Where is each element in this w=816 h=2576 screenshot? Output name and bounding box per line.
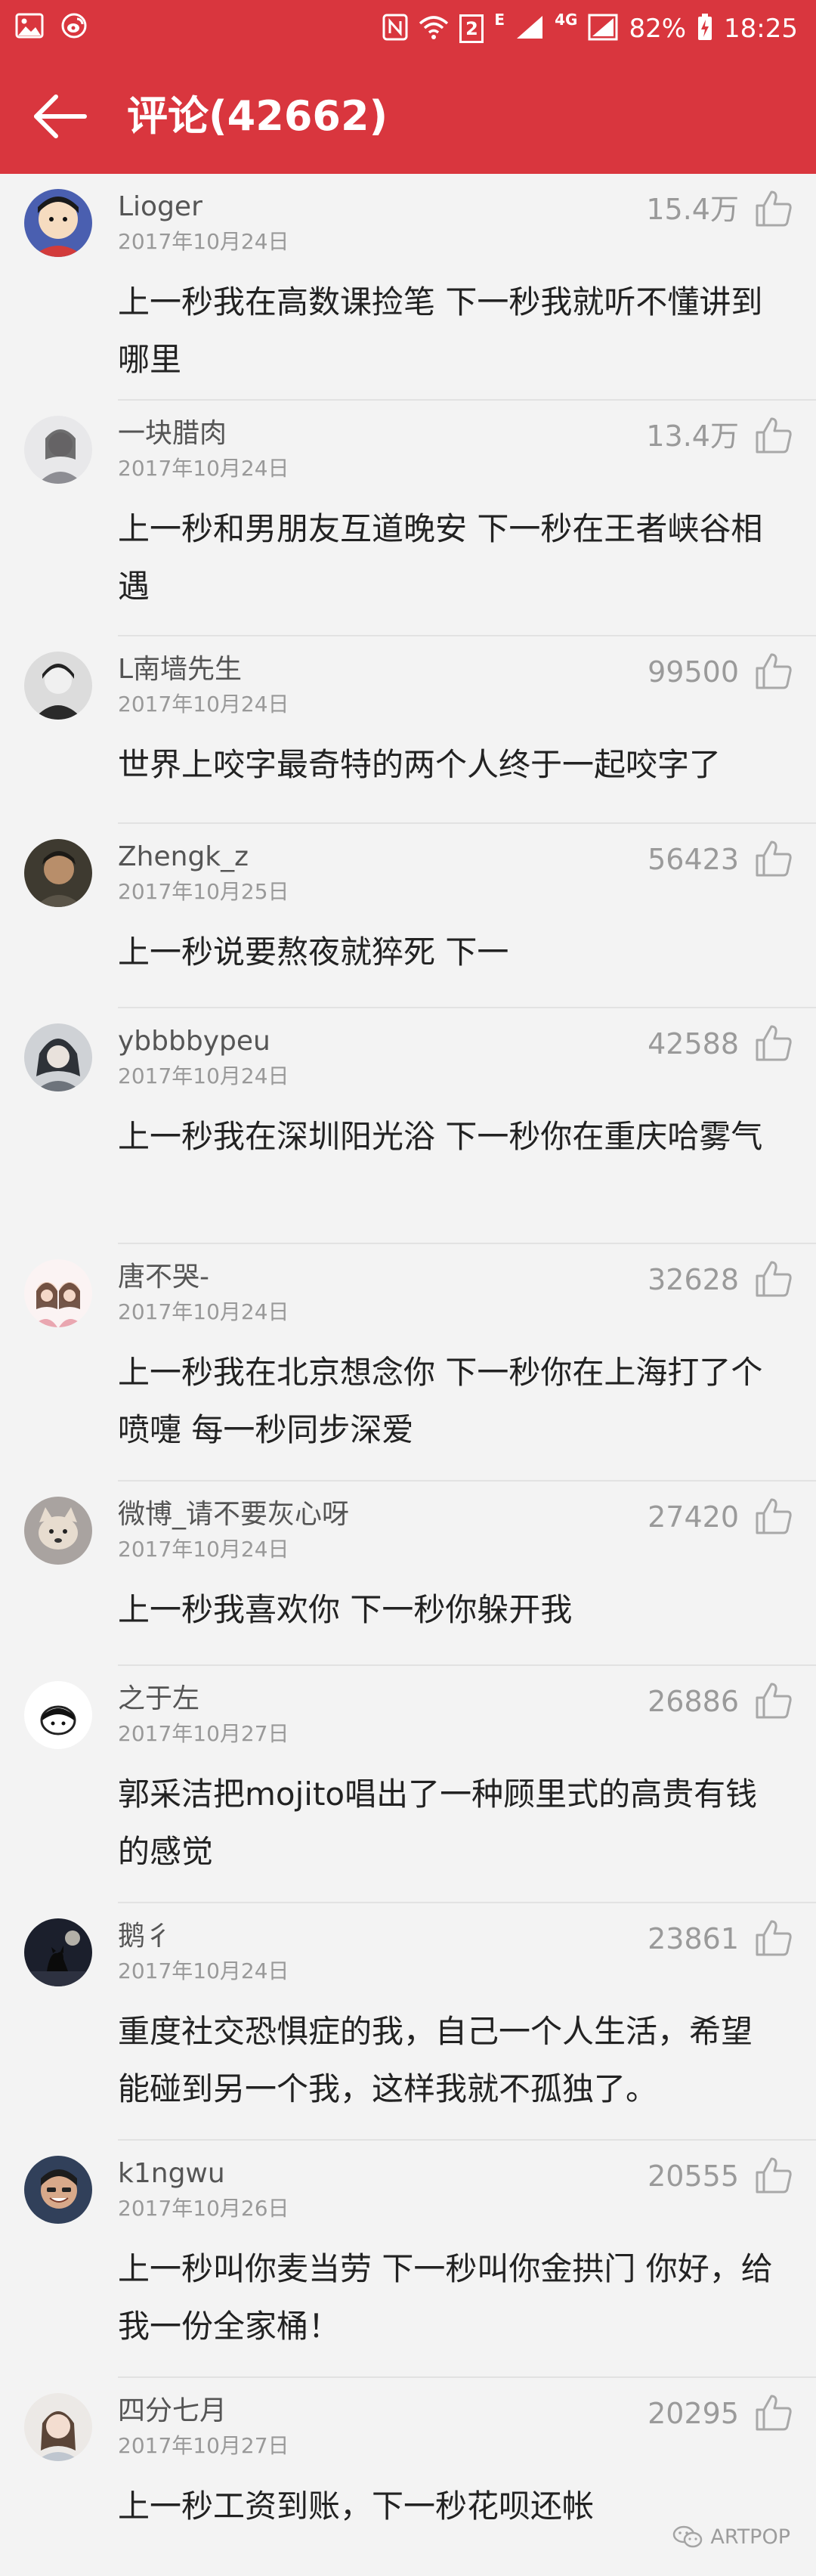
comment-username[interactable]: 鹅彳 — [118, 1920, 172, 1953]
like-count: 20555 — [648, 2160, 739, 2193]
like-count: 27420 — [648, 1500, 739, 1534]
thumbs-up-icon[interactable] — [754, 652, 793, 691]
comment-text: 郭采洁把mojito唱出了一种顾里式的高贵有钱的感觉 — [118, 1776, 758, 1870]
status-bar-left — [15, 12, 88, 42]
battery-percent: 82% — [629, 14, 687, 44]
like-count: 42588 — [648, 1027, 739, 1060]
comment-username[interactable]: Zhengk_z — [118, 841, 249, 874]
comment-date: 2017年10月26日 — [118, 2196, 289, 2221]
sim-badge: 2 — [459, 14, 484, 43]
avatar[interactable] — [24, 416, 92, 484]
comment-username[interactable]: ybbbbypeu — [118, 1025, 270, 1058]
comment-text: 世界上咬字最奇特的两个人终于一起咬字了 — [118, 746, 722, 783]
thumbs-up-icon[interactable] — [754, 2156, 793, 2195]
avatar[interactable] — [24, 2156, 92, 2224]
comment-text: 重度社交恐惧症的我，自己一个人生活，希望能碰到另一个我，这样我就不孤独了。 — [118, 2013, 753, 2107]
app-bar: 评论(42662) — [0, 59, 816, 174]
comment-item[interactable]: 微博_请不要灰心呀 2017年10月24日 27420 上一秒我喜欢你 下一秒你… — [0, 1482, 816, 1666]
watermark-text: ARTPOP — [710, 2525, 790, 2549]
avatar[interactable] — [24, 839, 92, 907]
battery-charging-icon — [697, 13, 713, 45]
gallery-icon — [15, 13, 44, 42]
like-count: 56423 — [648, 843, 739, 876]
comment-username[interactable]: k1ngwu — [118, 2157, 225, 2191]
comment-list[interactable]: Lioger 2017年10月24日 15.4万 上一秒我在高数课捡笔 下一秒我… — [0, 174, 816, 2567]
comment-username[interactable]: 一块腊肉 — [118, 417, 227, 450]
comment-date: 2017年10月24日 — [118, 1958, 289, 1983]
thumbs-up-icon[interactable] — [754, 1497, 793, 1536]
avatar[interactable] — [24, 652, 92, 720]
wechat-icon — [673, 2525, 703, 2548]
comment-item[interactable]: 鹅彳 2017年10月24日 23861 重度社交恐惧症的我，自己一个人生活，希… — [0, 1903, 816, 2141]
comment-date: 2017年10月24日 — [118, 1299, 289, 1324]
comment-text: 上一秒我喜欢你 下一秒你躲开我 — [118, 1591, 573, 1628]
comment-text: 上一秒说要熬夜就猝死 下一 — [118, 933, 509, 971]
avatar[interactable] — [24, 1497, 92, 1565]
back-button[interactable] — [30, 89, 91, 144]
wifi-icon — [419, 14, 449, 43]
like-count: 23861 — [648, 1922, 739, 1955]
comment-text: 上一秒我在高数课捡笔 下一秒我就听不懂讲到哪里 — [118, 283, 763, 378]
like-count: 20295 — [648, 2397, 739, 2430]
avatar[interactable] — [24, 2393, 92, 2461]
like-count: 32628 — [648, 1263, 739, 1296]
thumbs-up-icon[interactable] — [754, 839, 793, 878]
like-count: 26886 — [648, 1685, 739, 1718]
comment-item[interactable]: k1ngwu 2017年10月26日 20555 上一秒叫你麦当劳 下一秒叫你金… — [0, 2141, 816, 2378]
avatar[interactable] — [24, 1023, 92, 1091]
comment-item[interactable]: L南墙先生 2017年10月24日 99500 世界上咬字最奇特的两个人终于一起… — [0, 636, 816, 824]
signal-icon — [515, 14, 544, 43]
comment-username[interactable]: L南墙先生 — [118, 653, 242, 686]
comment-date: 2017年10月27日 — [118, 1721, 289, 1746]
thumbs-up-icon[interactable] — [754, 1259, 793, 1299]
avatar[interactable] — [24, 1259, 92, 1327]
comment-date: 2017年10月24日 — [118, 692, 289, 717]
comment-date: 2017年10月24日 — [118, 456, 289, 481]
thumbs-up-icon[interactable] — [754, 2393, 793, 2432]
like-count: 99500 — [648, 655, 739, 689]
nfc-icon — [382, 14, 408, 44]
comment-item[interactable]: 一块腊肉 2017年10月24日 13.4万 上一秒和男朋友互道晚安 下一秒在王… — [0, 401, 816, 636]
comment-username[interactable]: 之于左 — [118, 1683, 199, 1716]
comment-username[interactable]: 微博_请不要灰心呀 — [118, 1498, 349, 1531]
comment-date: 2017年10月25日 — [118, 879, 289, 904]
signal-2-icon — [588, 14, 618, 44]
status-bar: 2 E 4G 82% 18:25 — [0, 0, 816, 59]
page-title: 评论(42662) — [127, 92, 388, 140]
comment-username[interactable]: 四分七月 — [118, 2395, 227, 2428]
network-type-label: 4G — [555, 11, 578, 29]
avatar[interactable] — [24, 189, 92, 257]
comment-item[interactable]: Lioger 2017年10月24日 15.4万 上一秒我在高数课捡笔 下一秒我… — [0, 174, 816, 401]
like-count: 13.4万 — [646, 420, 739, 453]
status-bar-right: 2 E 4G 82% 18:25 — [382, 8, 798, 50]
comment-item[interactable]: ybbbbypeu 2017年10月24日 42588 上一秒我在深圳阳光浴 下… — [0, 1008, 816, 1244]
comment-date: 2017年10月24日 — [118, 1537, 289, 1562]
watermark: ARTPOP — [672, 2525, 790, 2549]
comment-item[interactable]: Zhengk_z 2017年10月25日 56423 上一秒说要熬夜就猝死 下一 — [0, 824, 816, 1008]
avatar[interactable] — [24, 1681, 92, 1749]
thumbs-up-icon[interactable] — [754, 1918, 793, 1958]
comment-username[interactable]: Lioger — [118, 190, 202, 224]
comment-item[interactable]: 唐不哭- 2017年10月24日 32628 上一秒我在北京想念你 下一秒你在上… — [0, 1244, 816, 1482]
weibo-icon — [60, 12, 88, 42]
comment-text: 上一秒我在北京想念你 下一秒你在上海打了个喷嚏 每一秒同步深爱 — [118, 1354, 763, 1448]
thumbs-up-icon[interactable] — [754, 1681, 793, 1720]
comment-text: 上一秒我在深圳阳光浴 下一秒你在重庆哈雾气 — [118, 1118, 763, 1155]
thumbs-up-icon[interactable] — [754, 416, 793, 455]
back-arrow-icon — [34, 94, 87, 138]
like-count: 15.4万 — [646, 193, 739, 226]
comment-date: 2017年10月24日 — [118, 229, 289, 254]
avatar[interactable] — [24, 1918, 92, 1986]
thumbs-up-icon[interactable] — [754, 1023, 793, 1063]
comment-username[interactable]: 唐不哭- — [118, 1261, 209, 1294]
clock: 18:25 — [724, 14, 798, 44]
comment-text: 上一秒和男朋友互道晚安 下一秒在王者峡谷相遇 — [118, 510, 763, 605]
comment-date: 2017年10月24日 — [118, 1064, 289, 1088]
comment-text: 上一秒叫你麦当劳 下一秒叫你金拱门 你好，给我一份全家桶！ — [118, 2250, 773, 2345]
network-e-label: E — [494, 11, 505, 29]
comment-item[interactable]: 之于左 2017年10月27日 26886 郭采洁把mojito唱出了一种顾里式… — [0, 1666, 816, 1903]
comment-date: 2017年10月27日 — [118, 2433, 289, 2458]
thumbs-up-icon[interactable] — [754, 189, 793, 228]
